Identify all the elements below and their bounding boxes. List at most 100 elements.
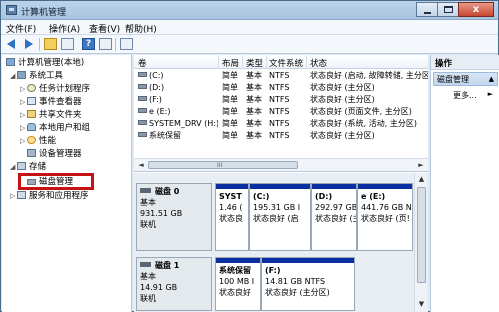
scroll-left-icon[interactable]: ◄	[135, 160, 147, 171]
properties-button[interactable]	[98, 37, 113, 51]
actions-pane: 操作 磁盘管理 ▲ 更多... ►	[430, 55, 499, 312]
tree-item-services[interactable]: ▷ 服务和应用程序	[10, 190, 89, 203]
device-manager-icon	[27, 149, 36, 157]
tree-item-local-users[interactable]: ▷ 本地用户和组	[20, 122, 90, 135]
toolbar-separator	[39, 38, 40, 51]
submenu-arrow-icon: ►	[487, 90, 493, 98]
partition-status: 状态良	[219, 214, 243, 223]
show-hide-tree-button[interactable]	[60, 37, 75, 51]
computer-management-icon	[6, 5, 17, 15]
partition-e[interactable]: e (E:) 441.76 GB N 状态良好 (页!	[357, 183, 413, 251]
disk-map: 磁盘 0 基本 931.51 GB 联机 SYST 1.46 ( 状态良 (C:…	[134, 173, 428, 312]
tree-item-label: 事件查看器	[39, 97, 82, 107]
cell-text: 基本	[246, 131, 262, 140]
partition-color-bar	[262, 258, 354, 263]
cell-text: 状态良好 (主分区)	[310, 95, 375, 104]
scroll-right-icon[interactable]: ►	[415, 160, 427, 171]
partition-status: 状态良好 (页!	[361, 214, 410, 223]
column-filesystem[interactable]: 文件系统	[269, 57, 303, 69]
back-arrow-icon	[7, 39, 15, 49]
shared-folder-icon	[27, 110, 36, 118]
menu-view[interactable]: 查看(V)	[89, 22, 120, 35]
partition-status: 状态良好 (启	[253, 214, 299, 223]
tree-item-performance[interactable]: ▷ 性能	[20, 135, 56, 148]
table-row[interactable]: SYSTEM_DRV (H:) 简单 基本 NTFS 状态良好 (系统, 活动, 主分区…	[134, 118, 428, 129]
tree-item-root[interactable]: 计算机管理(本地)	[6, 57, 84, 70]
cell-fs: NTFS	[269, 94, 306, 105]
partition-system-reserved-1[interactable]: 系统保留 100 MB I 状态良好	[215, 257, 261, 311]
table-row[interactable]: e (E:) 简单 基本 NTFS 状态良好 (页面文件, 主分区)	[134, 106, 428, 117]
expand-icon[interactable]: ▷	[20, 135, 27, 148]
scrollbar-grip: III	[217, 162, 223, 169]
cell-layout: 简单	[222, 94, 242, 105]
collapse-icon[interactable]: ◢	[10, 161, 17, 174]
window-controls: x	[416, 2, 494, 17]
menu-help[interactable]: 帮助(H)	[125, 22, 157, 35]
partition-body: (F:) 14.81 GB NTFS 状态良好 (主分区)	[262, 265, 354, 298]
volume-icon	[138, 96, 147, 101]
maximize-button[interactable]	[437, 2, 459, 17]
table-row[interactable]: (D:) 简单 基本 NTFS 状态良好 (主分区)	[134, 82, 428, 93]
horizontal-scrollbar[interactable]: ◄ III ►	[134, 158, 428, 171]
vertical-scrollbar[interactable]: ▲ ▼	[414, 173, 427, 312]
tree-item-device-manager[interactable]: 设备管理器	[27, 148, 82, 161]
menu-file[interactable]: 文件(F)	[6, 22, 36, 35]
table-row[interactable]: (F:) 简单 基本 NTFS 状态良好 (主分区)	[134, 94, 428, 105]
expand-icon[interactable]: ▷	[20, 96, 27, 109]
column-divider[interactable]	[266, 55, 267, 69]
menu-action[interactable]: 操作(A)	[49, 22, 80, 35]
tree-item-label: 本地用户和组	[39, 123, 91, 133]
expand-icon[interactable]: ▷	[20, 109, 27, 122]
properties-icon	[99, 38, 112, 50]
column-volume[interactable]: 卷	[138, 57, 147, 69]
partition-d[interactable]: (D:) 292.97 GB I 状态良好 (主	[311, 183, 357, 251]
cell-text: 简单	[222, 83, 238, 92]
cell-text: NTFS	[269, 131, 290, 140]
up-one-level-button[interactable]	[43, 37, 58, 51]
cell-volume: (C:)	[138, 70, 218, 81]
actions-section-disk-management[interactable]: 磁盘管理 ▲	[433, 72, 498, 86]
scroll-down-icon[interactable]: ▼	[416, 299, 427, 310]
tree-item-shared-folders[interactable]: ▷ 共享文件夹	[20, 109, 82, 122]
table-row[interactable]: 系统保留 简单 基本 NTFS 状态良好 (主分区)	[134, 130, 428, 141]
disk-1-label[interactable]: 磁盘 1 基本 14.91 GB 联机	[136, 257, 212, 311]
disk-0-header: 磁盘 0	[140, 186, 208, 197]
partition-name: (D:)	[315, 192, 333, 201]
partition-f[interactable]: (F:) 14.81 GB NTFS 状态良好 (主分区)	[261, 257, 355, 311]
forward-button[interactable]	[21, 37, 36, 51]
help-button[interactable]: ?	[81, 37, 96, 51]
cell-text: 基本	[246, 83, 262, 92]
cell-text: NTFS	[269, 83, 290, 92]
back-button[interactable]	[5, 37, 20, 51]
expand-icon[interactable]: ▷	[20, 83, 27, 96]
collapse-up-icon[interactable]: ▲	[489, 74, 494, 85]
table-row[interactable]: (C:) 简单 基本 NTFS 状态良好 (启动, 故障转储, 主分区)	[134, 70, 428, 81]
scrollbar-thumb[interactable]: III	[148, 161, 298, 169]
tree-item-system-tools[interactable]: ◢ 系统工具	[10, 70, 63, 83]
column-layout[interactable]: 布局	[222, 57, 239, 69]
expand-icon[interactable]: ▷	[10, 190, 17, 203]
partition-system-reserved[interactable]: SYST 1.46 ( 状态良	[215, 183, 249, 251]
column-type[interactable]: 类型	[246, 57, 263, 69]
scroll-up-icon[interactable]: ▲	[416, 174, 427, 185]
cell-text: 基本	[246, 95, 262, 104]
partition-c[interactable]: (C:) 195.31 GB I 状态良好 (启	[249, 183, 311, 251]
disk-0-label[interactable]: 磁盘 0 基本 931.51 GB 联机	[136, 183, 212, 251]
column-divider[interactable]	[306, 55, 307, 69]
cell-text: (C:)	[149, 71, 164, 80]
minimize-button[interactable]	[416, 2, 438, 17]
column-divider[interactable]	[218, 55, 219, 69]
collapse-icon[interactable]: ◢	[10, 70, 17, 83]
column-divider[interactable]	[242, 55, 243, 69]
title-bar[interactable]: 计算机管理 x	[1, 1, 498, 20]
partition-body: (D:) 292.97 GB I 状态良好 (主	[312, 191, 356, 224]
more-actions-link[interactable]: 更多...	[453, 90, 477, 101]
main-content: 卷 布局 类型 文件系统 状态 (C:) 简单 基本 NTFS 状态良好 (启动, 故障…	[134, 55, 428, 312]
scrollbar-thumb[interactable]	[417, 187, 426, 283]
close-button[interactable]: x	[458, 2, 494, 17]
expand-icon[interactable]: ▷	[20, 122, 27, 135]
column-status[interactable]: 状态	[310, 57, 327, 69]
tree-item-event-viewer[interactable]: ▷ 事件查看器	[20, 96, 82, 109]
export-list-button[interactable]	[119, 37, 134, 51]
tree-item-task-scheduler[interactable]: ▷ 任务计划程序	[20, 83, 90, 96]
